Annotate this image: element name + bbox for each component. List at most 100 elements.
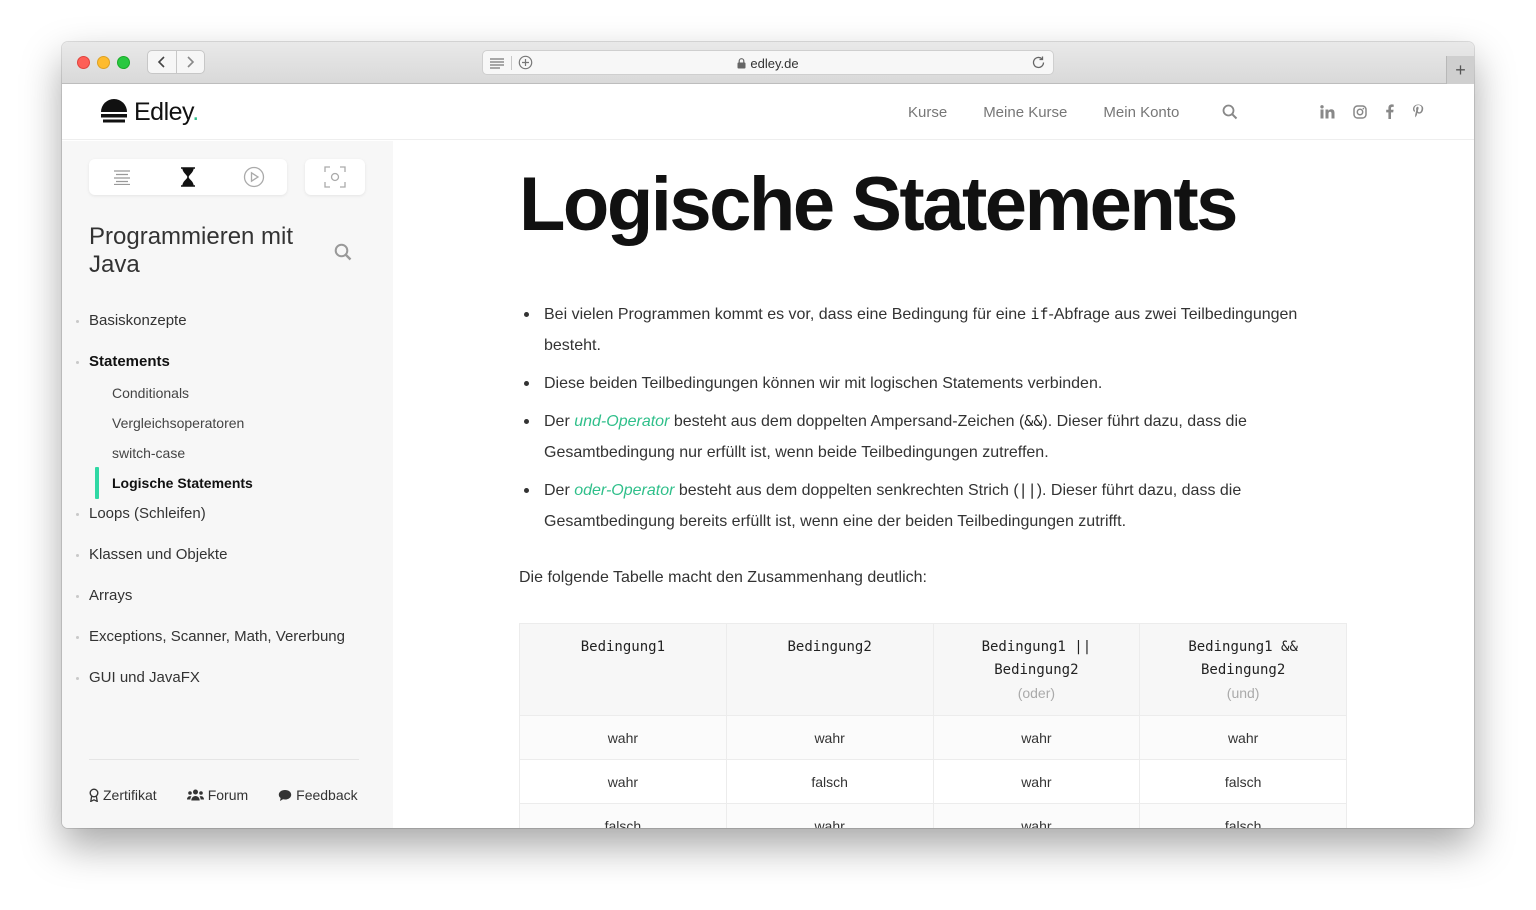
list-icon — [114, 170, 130, 185]
table-row: wahr falsch wahr falsch — [519, 759, 1347, 804]
search-icon[interactable] — [1222, 104, 1238, 120]
menu-item-arrays[interactable]: Arrays — [76, 586, 376, 627]
menu-item-label: Klassen und Objekte — [89, 546, 228, 563]
logo-text: Edley. — [134, 98, 199, 127]
lesson-bullets: Bei vielen Programmen kommt es vor, dass… — [524, 299, 1334, 544]
table-cell: wahr — [1139, 715, 1347, 760]
table-cell: falsch — [1139, 759, 1347, 804]
truth-table: Bedingung1 Bedingung2 Bedingung1 || Bedin… — [519, 623, 1347, 828]
menu-item-exceptions[interactable]: Exceptions, Scanner, Math, Vererbung — [76, 627, 376, 668]
bullet-item: Diese beiden Teilbedingungen können wir … — [524, 368, 1334, 399]
submenu-item-logische-statements[interactable]: Logische Statements — [89, 467, 376, 499]
history-nav — [147, 50, 205, 74]
facebook-icon[interactable] — [1385, 104, 1394, 119]
table-cell: falsch — [519, 803, 727, 828]
new-tab-button[interactable]: + — [1446, 56, 1474, 84]
course-sidebar: Programmieren mit Java Basiskonzepte Sta… — [62, 141, 393, 828]
bullet-text: Der — [544, 482, 575, 499]
linkedin-icon[interactable] — [1320, 104, 1335, 119]
submenu-item-switch-case[interactable]: switch-case — [89, 438, 376, 468]
logo-dot: . — [192, 98, 199, 126]
submenu-item-vergleichsoperatoren[interactable]: Vergleichsoperatoren — [89, 408, 376, 438]
menu-item-statements[interactable]: Statements Conditionals Vergleichsoperat… — [76, 352, 376, 504]
page-title: Logische Statements — [519, 162, 1238, 247]
hourglass-icon — [181, 167, 195, 187]
header-line: Bedingung2 — [1200, 662, 1286, 678]
bullet-text: besteht aus dem doppelten senkrechten St… — [674, 482, 1019, 499]
social-links — [1320, 104, 1424, 119]
table-row: wahr wahr wahr wahr — [519, 715, 1347, 760]
forum-label: Forum — [207, 787, 249, 803]
nav-kurse[interactable]: Kurse — [908, 104, 947, 121]
table-cell: wahr — [932, 759, 1141, 804]
chat-bubble-icon — [278, 789, 292, 801]
table-cell: wahr — [519, 759, 727, 804]
pinterest-icon[interactable] — [1412, 104, 1424, 119]
edley-logo[interactable]: Edley. — [100, 98, 199, 127]
sidebar-search-icon[interactable] — [334, 243, 352, 261]
focus-icon — [324, 166, 346, 188]
oder-operator-link[interactable]: oder-Operator — [574, 482, 674, 499]
menu-item-label: Arrays — [89, 587, 133, 604]
table-cell: wahr — [725, 715, 934, 760]
menu-item-label: GUI und JavaFX — [89, 669, 200, 686]
submenu-item-conditionals[interactable]: Conditionals — [89, 378, 376, 408]
users-icon — [186, 789, 204, 801]
table-of-contents-button[interactable] — [89, 159, 155, 195]
bullet-item: Bei vielen Programmen kommt es vor, dass… — [524, 299, 1334, 361]
header-line: Bedingung1 — [580, 639, 666, 655]
table-cell: wahr — [932, 715, 1141, 760]
sidebar-divider — [89, 759, 359, 760]
course-title: Programmieren mit Java — [89, 223, 294, 278]
chevron-left-icon — [157, 56, 165, 68]
table-cell: falsch — [725, 759, 934, 804]
menu-item-klassen[interactable]: Klassen und Objekte — [76, 545, 376, 586]
site-header: Edley. Kurse Meine Kurse Mein Konto — [62, 84, 1474, 140]
menu-item-basiskonzepte[interactable]: Basiskonzepte — [76, 311, 376, 352]
und-operator-link[interactable]: und-Operator — [574, 413, 669, 430]
table-row: falsch wahr wahr falsch — [519, 803, 1347, 828]
url-display: edley.de — [483, 56, 1053, 71]
table-header: Bedingung1 && Bedingung2 (und) — [1139, 623, 1347, 716]
video-button[interactable] — [221, 159, 287, 195]
certificate-icon — [89, 788, 99, 802]
nav-mein-konto[interactable]: Mein Konto — [1103, 104, 1179, 121]
lock-icon — [737, 58, 746, 69]
reload-icon[interactable] — [1031, 55, 1046, 70]
menu-item-label: Statements — [89, 353, 170, 370]
table-cell: wahr — [519, 715, 727, 760]
hourglass-button[interactable] — [155, 159, 221, 195]
table-header: Bedingung2 — [725, 623, 934, 716]
top-navigation: Kurse Meine Kurse Mein Konto — [908, 104, 1179, 121]
header-line: Bedingung1 && — [1188, 639, 1298, 655]
header-sub: (und) — [1226, 685, 1260, 701]
address-bar[interactable]: edley.de — [482, 50, 1054, 75]
header-line: Bedingung2 — [787, 639, 872, 655]
menu-item-label: Exceptions, Scanner, Math, Vererbung — [89, 628, 345, 645]
sidebar-toolbar — [89, 159, 365, 195]
certificate-label: Zertifikat — [103, 787, 157, 803]
instagram-icon[interactable] — [1353, 104, 1367, 119]
forward-button[interactable] — [175, 51, 205, 73]
inline-code: if — [1030, 305, 1049, 323]
menu-item-gui[interactable]: GUI und JavaFX — [76, 668, 376, 709]
feedback-link[interactable]: Feedback — [278, 787, 358, 803]
bullet-text: Bei vielen Programmen kommt es vor, dass… — [544, 306, 1031, 323]
browser-window: edley.de + Edley. Kurse Meine Kurse Mein… — [62, 42, 1474, 828]
menu-item-label: Loops (Schleifen) — [89, 505, 206, 522]
zoom-window-button[interactable] — [117, 56, 130, 69]
focus-mode-button[interactable] — [305, 159, 365, 195]
view-mode-switcher — [89, 159, 287, 195]
inline-code: && — [1024, 412, 1043, 430]
forum-link[interactable]: Forum — [186, 787, 249, 803]
table-cell: wahr — [932, 803, 1141, 828]
minimize-window-button[interactable] — [97, 56, 110, 69]
close-window-button[interactable] — [77, 56, 90, 69]
play-circle-icon — [243, 166, 265, 188]
nav-meine-kurse[interactable]: Meine Kurse — [983, 104, 1067, 121]
table-header: Bedingung1 || Bedingung2 (oder) — [932, 623, 1141, 716]
certificate-link[interactable]: Zertifikat — [89, 787, 157, 803]
browser-titlebar: edley.de + — [62, 42, 1474, 84]
menu-item-loops[interactable]: Loops (Schleifen) — [76, 504, 376, 545]
back-button[interactable] — [148, 51, 176, 73]
